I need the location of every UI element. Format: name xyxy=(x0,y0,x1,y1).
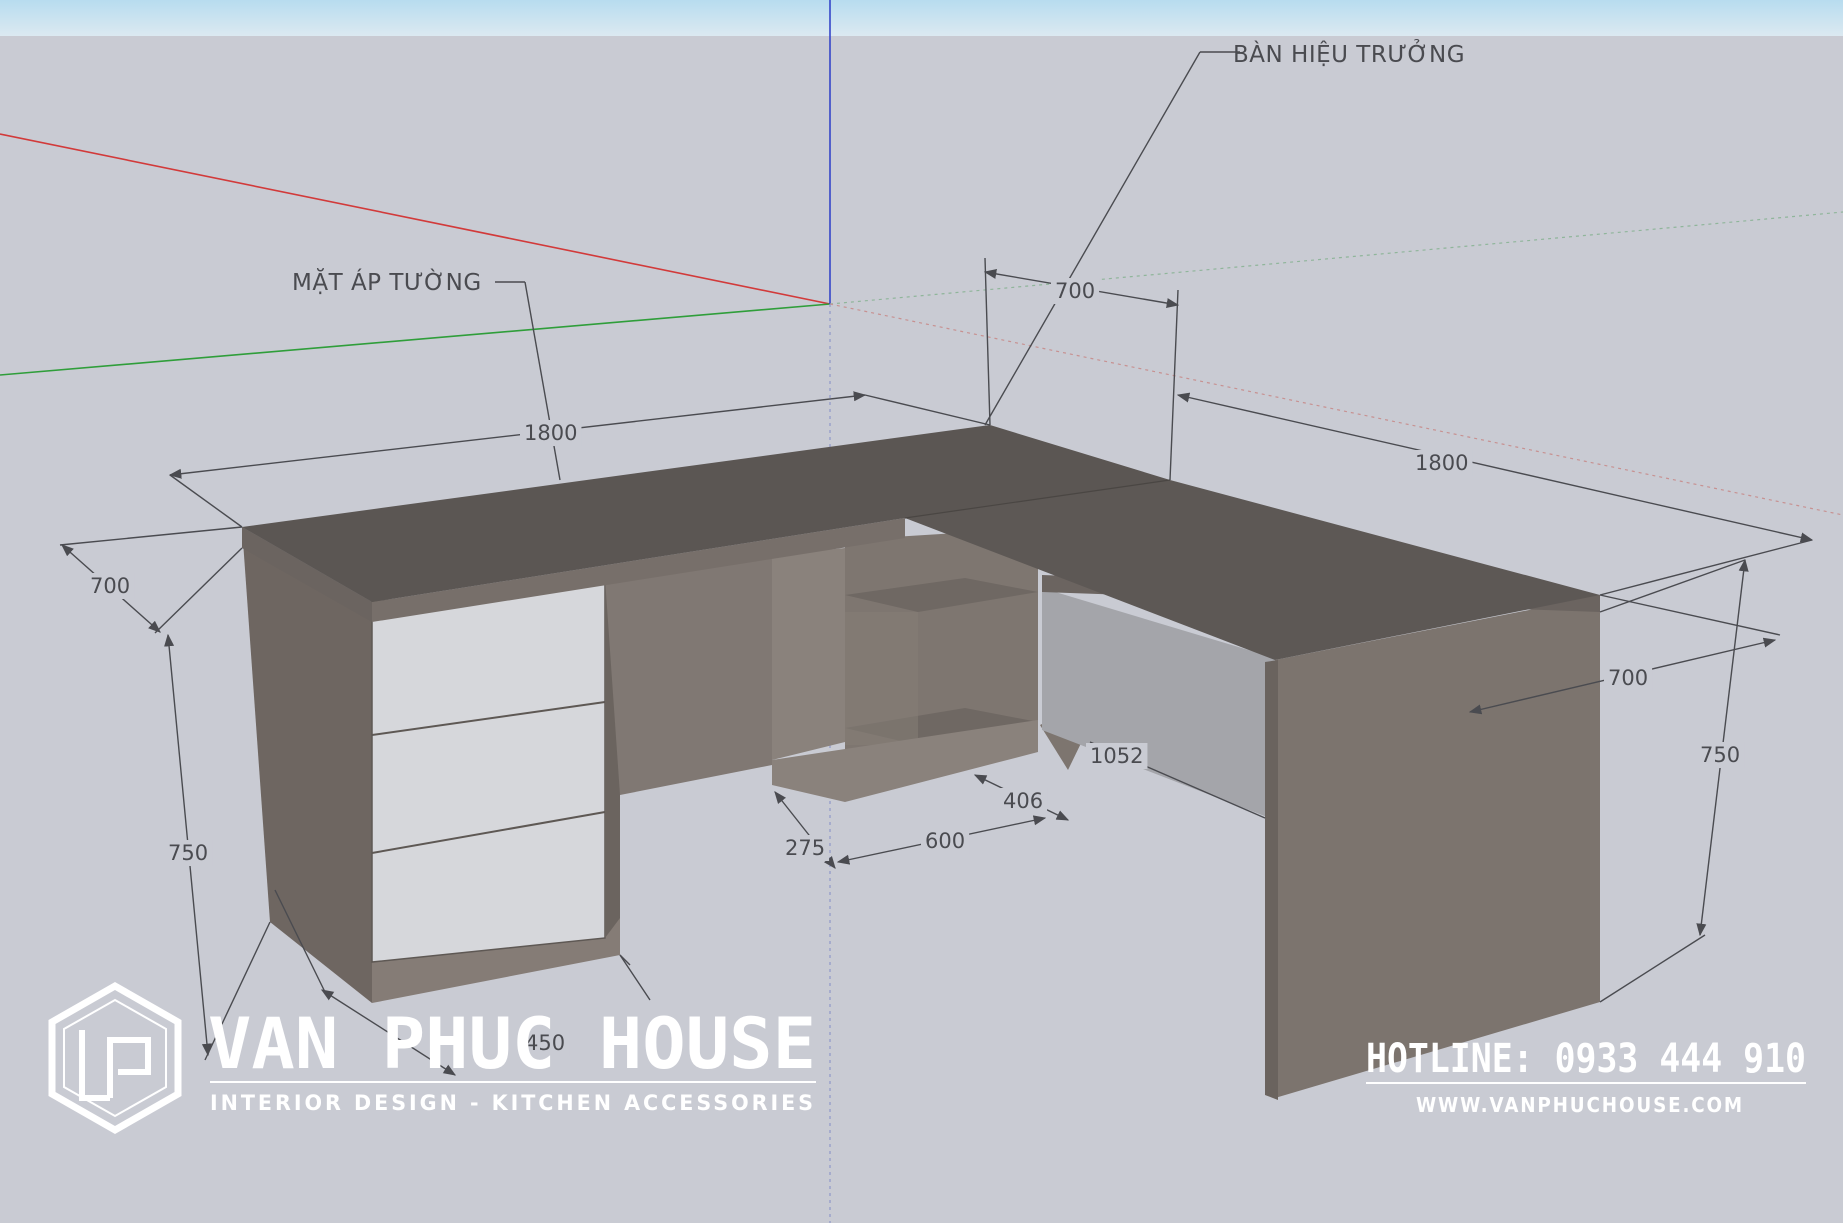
website-text: WWW.VANPHUCHOUSE.COM xyxy=(1416,1093,1744,1117)
dim-700-left: 700 xyxy=(90,574,130,598)
dim-600: 600 xyxy=(925,829,965,853)
desk-model xyxy=(242,425,1600,1100)
sky-band xyxy=(0,0,1843,36)
dim-1800-right: 1800 xyxy=(1415,451,1468,475)
dim-750-left: 750 xyxy=(168,841,208,865)
dim-700-top: 700 xyxy=(1055,279,1095,303)
principal-desk-label: BÀN HIỆU TRƯỞNG xyxy=(1233,39,1465,68)
dim-1800-left: 1800 xyxy=(524,421,577,445)
brand-logo xyxy=(48,981,182,1135)
dim-275: 275 xyxy=(785,836,825,860)
company-tagline: INTERIOR DESIGN - KITCHEN ACCESSORIES xyxy=(210,1091,816,1115)
dim-406: 406 xyxy=(1003,789,1043,813)
company-name: VAN PHUC HOUSE xyxy=(208,1003,816,1085)
hotline-text: HOTLINE: 0933 444 910 xyxy=(1366,1036,1806,1082)
hexagon-logo-icon xyxy=(48,981,182,1135)
wall-side-label: MẶT ÁP TƯỜNG xyxy=(292,268,482,296)
dim-700-end: 700 xyxy=(1608,666,1648,690)
dim-750-right: 750 xyxy=(1700,743,1740,767)
vp-monogram-icon xyxy=(79,1030,151,1101)
dim-1052: 1052 xyxy=(1090,744,1143,768)
desk-drawing-canvas: MẶT ÁP TƯỜNG BÀN HIỆU TRƯỞNG 1800 700 18… xyxy=(0,0,1843,1223)
